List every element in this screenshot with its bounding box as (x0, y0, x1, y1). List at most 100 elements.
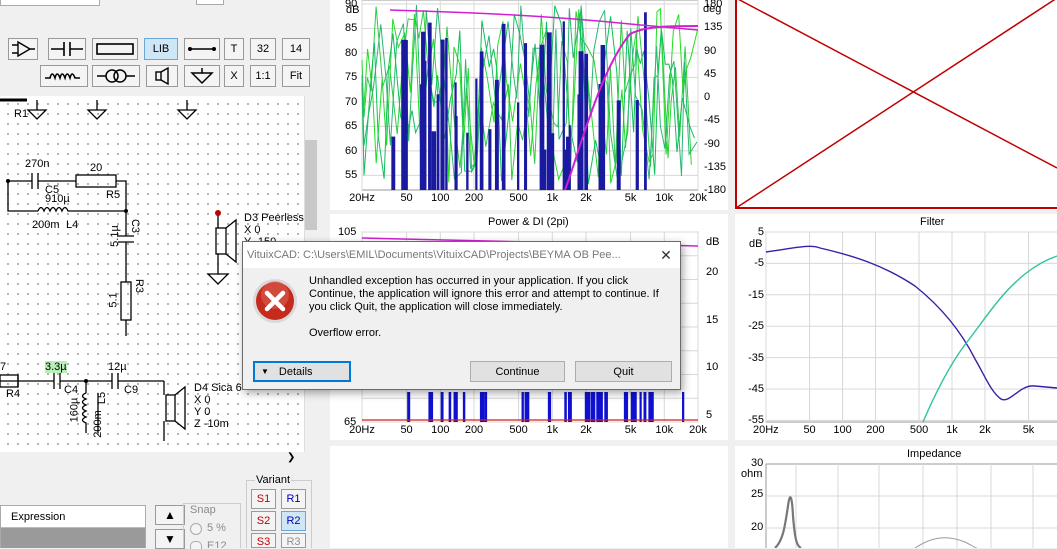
spl-blue-bar (445, 38, 448, 191)
filter-left-tick: 5 (757, 226, 764, 238)
wire-tool-button[interactable] (184, 38, 220, 60)
transformer-tool-button[interactable] (92, 65, 140, 87)
d4-y: Y 0 (194, 406, 211, 418)
spl-right-tick: 135 (704, 21, 723, 34)
dialog-message-text: Unhandled exception has occurred in your… (309, 275, 659, 313)
variant-r2-button[interactable]: R2 (281, 511, 306, 531)
size-32-button[interactable]: 32 (250, 38, 276, 60)
dialog-close-button[interactable]: ✕ (657, 246, 675, 264)
spl-right-tick: -135 (704, 160, 727, 173)
spl-blue-bar (635, 100, 639, 190)
spl-x-tick: 50 (400, 192, 413, 204)
d4-z: Z -10m (194, 418, 229, 430)
error-icon (253, 279, 297, 323)
expression-row[interactable] (1, 528, 145, 548)
l4-resistance: 200m (32, 219, 60, 231)
power-blue-bar (448, 392, 452, 422)
spl-blue-bar (440, 39, 445, 190)
filter-left-tick: -5 (754, 257, 764, 270)
empty-panel (330, 446, 728, 548)
snap-e12-label: E12 (207, 540, 227, 548)
power-blue-bar (440, 392, 444, 422)
power-right-unit: dB (706, 236, 720, 248)
variant-s3-button[interactable]: S3 (251, 533, 276, 548)
spl-x-tick: 20Hz (349, 192, 375, 204)
power-blue-bar (596, 392, 602, 422)
quit-button[interactable]: Quit (575, 361, 672, 382)
resistor-tool-button[interactable] (92, 38, 138, 60)
lib-button[interactable]: LIB (144, 38, 178, 60)
zoom-1-1-button[interactable]: 1:1 (250, 65, 276, 87)
power-right-tick: 15 (706, 313, 719, 326)
spl-blue-bar (543, 149, 547, 190)
l5-label: L5 (96, 391, 109, 405)
text-tool-button[interactable]: T (224, 38, 244, 60)
power-x-tick: 20Hz (349, 424, 375, 436)
move-up-button[interactable]: ▲ (155, 505, 185, 525)
d3-x: X 0 (244, 224, 261, 236)
delete-label: X (230, 70, 238, 82)
size-32-label: 32 (256, 43, 270, 55)
scroll-right-arrow-icon[interactable]: ❯ (287, 452, 301, 464)
ground-icon (190, 68, 214, 85)
variant-r1-button[interactable]: R1 (281, 489, 306, 509)
spl-blue-bar (479, 51, 484, 190)
spl-blue-bar (551, 133, 555, 190)
lib-label: LIB (152, 43, 170, 55)
spl-left-tick: 75 (345, 71, 358, 84)
power-x-tick: 100 (431, 424, 450, 436)
power-blue-bar (524, 392, 530, 422)
spl-blue-bar (494, 79, 499, 190)
details-button[interactable]: ▼ Details (253, 361, 351, 382)
move-down-button[interactable]: ▼ (155, 529, 185, 549)
spl-right-tick: 180 (704, 0, 723, 10)
power-x-tick: 200 (464, 424, 484, 436)
filter-panel: Filter dB 5 -5 -15 -25 -35 -45 -55 20Hz 50 100 200… (735, 214, 1057, 440)
variant-r3-button[interactable]: R3 (281, 533, 306, 548)
power-blue-bar (547, 392, 552, 422)
inductor-tool-button[interactable] (40, 65, 88, 87)
power-blue-bar (407, 392, 411, 422)
variant-s2-button[interactable]: S2 (251, 511, 276, 531)
c4-value: 3.3µ (45, 361, 67, 373)
spl-blue-bar (546, 32, 552, 191)
size-14-button[interactable]: 14 (282, 38, 310, 60)
variant-s1-button[interactable]: S1 (251, 489, 276, 509)
power-blue-bar (600, 392, 603, 422)
driver-tool-button[interactable] (146, 65, 178, 87)
power-blue-bar (648, 392, 652, 422)
opamp-tool-button[interactable] (8, 38, 38, 60)
power-x-tick: 500 (509, 424, 528, 436)
filter-left-tick: -15 (748, 288, 764, 301)
empty-plot-cross (735, 0, 1057, 209)
power-x-tick: 20k (689, 424, 707, 436)
spl-blue-bar (644, 12, 647, 190)
triangle-down-icon: ▼ (164, 532, 176, 546)
canvas-scroll-thumb[interactable] (305, 140, 317, 230)
delete-button[interactable]: X (224, 65, 244, 87)
variant-s1-label: S1 (256, 493, 271, 505)
spl-blue-bar (431, 131, 437, 190)
spl-blue-bar (405, 39, 408, 191)
power-x-tick: 5k (624, 424, 637, 436)
c4-label: C4 (64, 384, 79, 396)
dialog-message: Unhandled exception has occurred in your… (309, 275, 659, 340)
capacitor-icon (51, 42, 83, 56)
power-right-tick: 20 (706, 266, 719, 278)
close-icon: ✕ (660, 247, 672, 263)
power-blue-bar (428, 392, 434, 422)
ground-tool-button[interactable] (184, 65, 220, 87)
capacitor-tool-button[interactable] (48, 38, 86, 60)
power-x-tick: 50 (400, 424, 413, 436)
expression-header: Expression (1, 506, 145, 528)
filter-chart (765, 231, 1057, 423)
d4-name: D4 Sica 6 (194, 382, 242, 394)
zoom-fit-button[interactable]: Fit (282, 65, 310, 87)
continue-button[interactable]: Continue (470, 361, 565, 382)
c3-label: C3 (129, 218, 142, 234)
variant-s3-label: S3 (256, 536, 271, 548)
spl-right-tick: -45 (704, 114, 720, 127)
power-right-tick: 5 (706, 408, 713, 421)
snap-5pct-radio[interactable] (190, 523, 202, 535)
opamp-icon (12, 40, 35, 58)
